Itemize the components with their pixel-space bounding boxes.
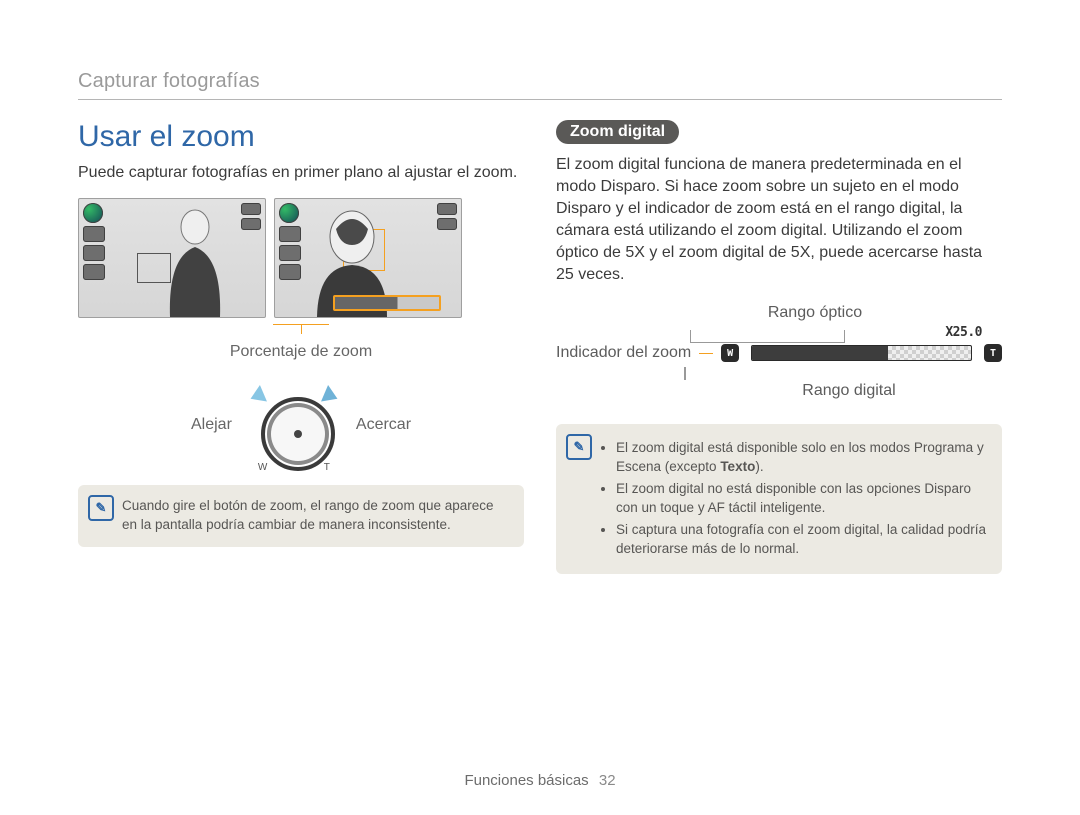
dial-w-label: W — [258, 462, 267, 473]
mode-icon — [83, 203, 103, 223]
timer-icon — [83, 245, 105, 261]
intro-paragraph: Puede capturar fotografías en primer pla… — [78, 162, 524, 184]
zoom-dial-graphic: W T — [252, 383, 336, 467]
storage-icon — [437, 218, 457, 230]
note-bullet-3: Si captura una fotografía con el zoom di… — [616, 521, 988, 559]
arrow-left-icon — [247, 385, 267, 407]
subject-silhouette — [147, 207, 233, 317]
zoom-level-bar-highlight — [333, 295, 441, 311]
note-text: Cuando gire el botón de zoom, el rango d… — [122, 498, 494, 532]
menu-button-icon: MENU — [83, 317, 121, 318]
page-footer: Funciones básicas 32 — [0, 772, 1080, 789]
zoom-indicator-label: Indicador del zoom — [556, 344, 691, 362]
right-column: Zoom digital El zoom digital funciona de… — [556, 120, 1002, 574]
digital-bracket — [684, 367, 686, 380]
dial-t-label: T — [324, 462, 330, 473]
left-column: Usar el zoom Puede capturar fotografías … — [78, 120, 524, 574]
breadcrumb: Capturar fotografías — [78, 70, 1002, 93]
footer-page-number: 32 — [599, 772, 616, 789]
zoom-percentage-label: Porcentaje de zoom — [78, 343, 524, 361]
digital-zoom-paragraph: El zoom digital funciona de manera prede… — [556, 154, 1002, 286]
screenshot-thumb-wide: MENU — [78, 198, 266, 318]
battery-icon — [437, 203, 457, 215]
note-bullets: El zoom digital está disponible solo en … — [600, 439, 988, 558]
optical-bracket — [690, 330, 845, 343]
note-bullet-1: El zoom digital está disponible solo en … — [616, 439, 988, 477]
storage-icon — [241, 218, 261, 230]
arrow-right-icon — [321, 385, 341, 407]
zoom-dial-row: Alejar W T Acercar — [78, 383, 524, 467]
battery-icon — [241, 203, 261, 215]
note-bullet-1-prefix: El zoom digital está disponible solo en … — [616, 440, 984, 474]
section-pill: Zoom digital — [556, 120, 679, 144]
screenshot-thumb-zoomed: MENU — [274, 198, 462, 318]
digital-range-label: Rango digital — [626, 382, 1072, 400]
zoom-max-value: X25.0 — [945, 325, 982, 340]
dial-wt-labels: W T — [252, 462, 336, 473]
note-box-left: ✎ Cuando gire el botón de zoom, el rango… — [78, 485, 524, 547]
note-icon: ✎ — [88, 495, 114, 521]
page-title: Usar el zoom — [78, 120, 524, 154]
optical-range-label: Rango óptico — [592, 304, 1038, 322]
zoom-in-label: Acercar — [356, 416, 411, 434]
zoom-indicator-diagram: Rango óptico Indicador del zoom W X25.0 … — [556, 304, 1002, 400]
leader-line — [273, 324, 329, 335]
leader-line — [699, 353, 713, 354]
note-bullet-1-suffix: ). — [755, 459, 763, 474]
zoom-bar-filled — [752, 346, 888, 360]
thumbnail-row: MENU — [78, 198, 524, 318]
dial-icon — [261, 397, 335, 471]
footer-section: Funciones básicas — [464, 772, 588, 789]
zoom-out-label: Alejar — [191, 416, 232, 434]
note-icon: ✎ — [566, 434, 592, 460]
note-bullet-1-bold: Texto — [720, 459, 755, 474]
menu-button-icon: MENU — [279, 317, 317, 318]
divider — [78, 99, 1002, 100]
zoom-bar — [751, 345, 972, 361]
zoom-cap-t: T — [984, 344, 1002, 362]
note-box-right: ✎ El zoom digital está disponible solo e… — [556, 424, 1002, 573]
note-bullet-2: El zoom digital no está disponible con l… — [616, 480, 988, 518]
macro-icon — [83, 264, 105, 280]
flash-icon — [83, 226, 105, 242]
zoom-cap-w: W — [721, 344, 739, 362]
